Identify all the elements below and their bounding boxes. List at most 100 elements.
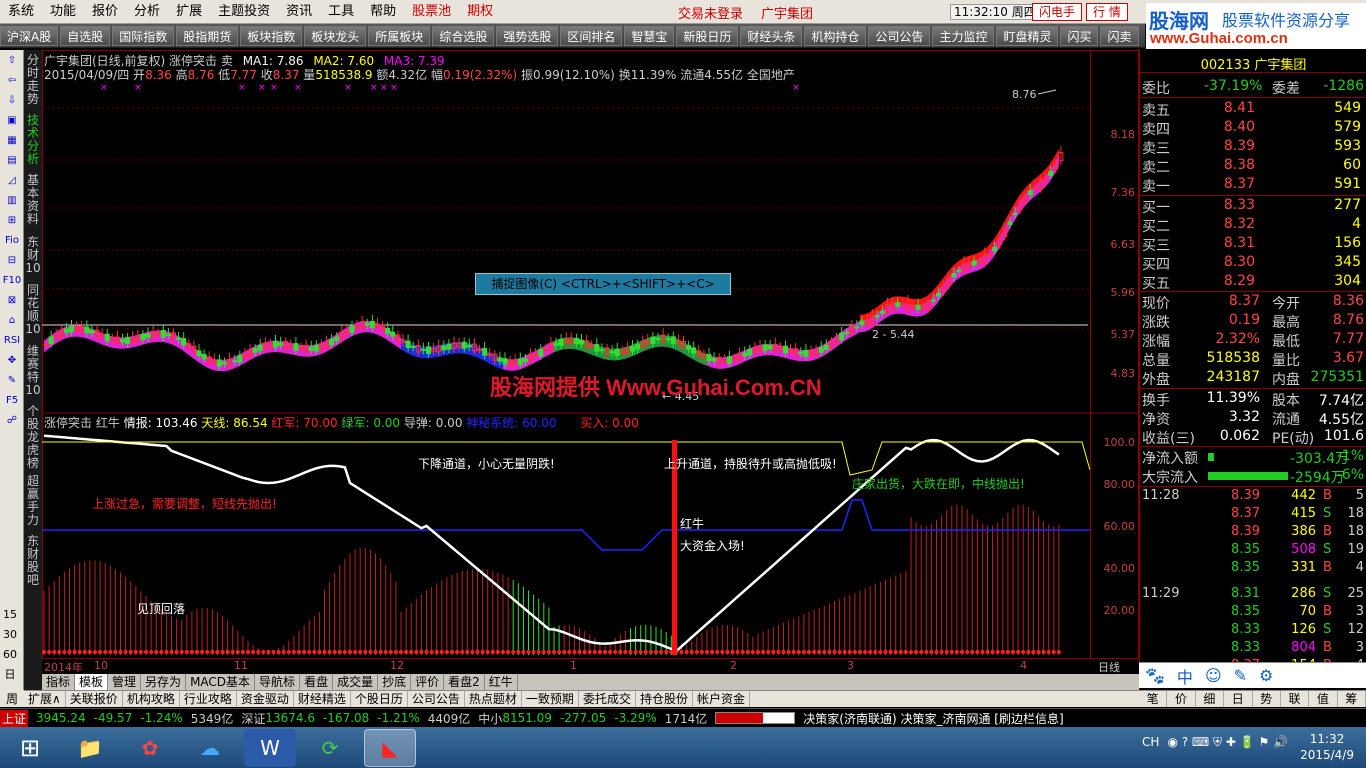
buy-level-3[interactable]: 买三 8.31 156 xyxy=(1140,235,1366,254)
tick-row-5[interactable]: 11:29 8.31 286 S 25 xyxy=(1140,586,1366,604)
explorer-icon[interactable]: 📁 xyxy=(64,729,116,767)
leftbar-icon-15[interactable]: ✥ xyxy=(1,352,23,370)
panel-tab-4[interactable]: 势 xyxy=(1253,691,1281,707)
tick-row-7[interactable]: 8.33 126 S 12 xyxy=(1140,622,1366,640)
menu-item-8[interactable]: 帮助 xyxy=(362,0,404,24)
toolbar-btn-5[interactable]: 板块龙头 xyxy=(304,25,367,46)
menu-item-7[interactable]: 工具 xyxy=(320,0,362,24)
toolbar-btn-16[interactable]: 盯盘精灵 xyxy=(996,25,1059,46)
sell-level-4[interactable]: 卖四 8.40 579 xyxy=(1140,119,1366,138)
sell-level-1[interactable]: 卖一 8.37 591 xyxy=(1140,176,1366,195)
side-tab-3[interactable]: 东财10 xyxy=(25,236,41,275)
stat-row-4[interactable]: 外盘 243187 内盘 275351 xyxy=(1140,369,1366,388)
menu-item-5[interactable]: 主题投资 xyxy=(210,0,278,24)
menu-item-1[interactable]: 功能 xyxy=(42,0,84,24)
panel-tab-2[interactable]: 细 xyxy=(1196,691,1225,707)
stock-app-icon[interactable]: ◣ xyxy=(364,728,416,767)
sell-level-3[interactable]: 卖三 8.39 593 xyxy=(1140,138,1366,157)
indicator-tab-4[interactable]: MACD基本 xyxy=(186,674,256,690)
leftbar-icon-14[interactable]: RSI xyxy=(1,332,23,350)
menu-item-4[interactable]: 扩展 xyxy=(168,0,210,24)
leftbar-icon-17[interactable]: F5 xyxy=(1,392,23,410)
lang-indicator[interactable]: CH xyxy=(1142,735,1159,750)
ext-tab-2[interactable]: 机构攻略 xyxy=(123,691,180,707)
leftbar-icon-6[interactable]: ◿ xyxy=(1,172,23,190)
sz-label[interactable]: 深证 xyxy=(241,710,265,727)
menu-item-0[interactable]: 系统 xyxy=(0,0,42,24)
leftbar-icon-1[interactable]: ⇦ xyxy=(1,72,23,90)
flow-row-0[interactable]: 净流入额 -303.4万 -1% xyxy=(1140,448,1366,467)
indicator-tab-1[interactable]: 模板 xyxy=(75,674,109,690)
ext-tab-12[interactable]: 帐户资金 xyxy=(693,691,750,707)
indicator-tab-10[interactable]: 看盘2 xyxy=(444,674,485,690)
panel-tab-3[interactable]: 日 xyxy=(1224,691,1253,707)
toolbar-btn-8[interactable]: 强势选股 xyxy=(496,25,559,46)
indicator-tab-9[interactable]: 评价 xyxy=(411,674,445,690)
word-icon[interactable]: W xyxy=(244,728,296,767)
leftbar-icon-16[interactable]: ✎ xyxy=(1,372,23,390)
leftbar-icon-4[interactable]: ▦ xyxy=(1,132,23,150)
panel-icon-1[interactable]: 中 xyxy=(1177,664,1193,688)
indicator-tab-5[interactable]: 导航标 xyxy=(255,674,301,690)
menu-item-6[interactable]: 资讯 xyxy=(278,0,320,24)
buy-level-1[interactable]: 买一 8.33 277 xyxy=(1140,197,1366,216)
stat-row-2[interactable]: 涨幅 2.32% 最低 7.77 xyxy=(1140,331,1366,350)
side-tab-6[interactable]: 个股龙虎榜 xyxy=(25,405,41,470)
indicator-tab-3[interactable]: 另存为 xyxy=(141,674,187,690)
flash-hand-button[interactable]: 闪电手 xyxy=(1032,3,1083,21)
side-tab-8[interactable]: 东财股吧 xyxy=(25,535,41,587)
indicator-tab-0[interactable]: 指标 xyxy=(42,674,76,690)
toolbar-btn-18[interactable]: 闪卖 xyxy=(1100,25,1139,46)
menu-item-2[interactable]: 报价 xyxy=(84,0,126,24)
trade-status[interactable]: 交易未登录 xyxy=(678,3,743,22)
toolbar-btn-0[interactable]: 沪深A股 xyxy=(0,25,59,46)
toolbar-btn-2[interactable]: 国际指数 xyxy=(112,25,175,46)
week-button[interactable]: 周 xyxy=(0,690,24,707)
side-tab-0[interactable]: 分时走势 xyxy=(25,54,41,106)
leftbar-icon-7[interactable]: ▥ xyxy=(1,192,23,210)
quote-button[interactable]: 行 情 xyxy=(1086,3,1128,21)
panel-tab-7[interactable]: 筹 xyxy=(1338,691,1366,707)
side-tab-4[interactable]: 同花顺10 xyxy=(25,284,41,336)
stat-row-0[interactable]: 现价 8.37 今开 8.36 xyxy=(1140,293,1366,312)
sh-label[interactable]: 上证 xyxy=(0,709,29,727)
buy-level-5[interactable]: 买五 8.29 304 xyxy=(1140,273,1366,292)
sell-level-2[interactable]: 卖二 8.38 60 xyxy=(1140,157,1366,176)
stat-row-3[interactable]: 总量 518538 量比 3.67 xyxy=(1140,350,1366,369)
side-tab-7[interactable]: 超赢手力 xyxy=(25,475,41,527)
stock-pool-menu[interactable]: 股票池 xyxy=(404,0,459,24)
indicator-tab-2[interactable]: 管理 xyxy=(108,674,142,690)
taskbar-clock[interactable]: 11:32 2015/4/9 xyxy=(1300,731,1354,763)
ext-tab-11[interactable]: 持仓股份 xyxy=(636,691,693,707)
ext-tab-3[interactable]: 行业攻略 xyxy=(180,691,237,707)
leftbar-icon-8[interactable]: ⊞ xyxy=(1,212,23,230)
tick-row-6[interactable]: 8.35 70 B 3 xyxy=(1140,604,1366,622)
buy-level-2[interactable]: 买二 8.32 4 xyxy=(1140,216,1366,235)
toolbar-btn-15[interactable]: 主力监控 xyxy=(932,25,995,46)
panel-icon-2[interactable]: ☺ xyxy=(1205,666,1222,685)
indicator-tab-11[interactable]: 红牛 xyxy=(485,674,518,690)
tick-row-1[interactable]: 8.37 415 S 18 xyxy=(1140,506,1366,524)
tray-icons[interactable]: ◉ ? ⌨ ⛨ ✚ 🔋 ⚑ 🔊 xyxy=(1167,735,1288,750)
toolbar-btn-6[interactable]: 所属板块 xyxy=(368,25,431,46)
browser-icon[interactable]: ⟳ xyxy=(304,729,356,767)
panel-icon-3[interactable]: ✎ xyxy=(1234,666,1247,685)
toolbar-btn-4[interactable]: 板块指数 xyxy=(240,25,303,46)
panel-tab-0[interactable]: 笔 xyxy=(1139,691,1168,707)
leftbar-icon-13[interactable]: ⌂ xyxy=(1,312,23,330)
side-tab-5[interactable]: 维赛特10 xyxy=(25,345,41,397)
panel-tab-1[interactable]: 价 xyxy=(1167,691,1196,707)
indicator-tab-7[interactable]: 成交量 xyxy=(333,674,379,690)
toolbar-btn-10[interactable]: 智慧宝 xyxy=(624,25,675,46)
ext-tab-9[interactable]: 一致预期 xyxy=(522,691,579,707)
leftbar-icon-2[interactable]: ⇩ xyxy=(1,92,23,110)
ext-tab-6[interactable]: 个股日历 xyxy=(351,691,408,707)
leftbar-icon-9[interactable]: Fio xyxy=(1,232,23,250)
ext-tab-7[interactable]: 公司公告 xyxy=(408,691,465,707)
leftbar-icon-3[interactable]: ▣ xyxy=(1,112,23,130)
tick-row-4[interactable]: 8.35 331 B 4 xyxy=(1140,560,1366,578)
panel-tab-5[interactable]: 联 xyxy=(1281,691,1310,707)
stat2-row-0[interactable]: 换手 11.39% 股本 7.74亿 xyxy=(1140,390,1366,409)
sell-level-5[interactable]: 卖五 8.41 549 xyxy=(1140,100,1366,119)
futures-menu[interactable]: 期权 xyxy=(459,0,501,24)
